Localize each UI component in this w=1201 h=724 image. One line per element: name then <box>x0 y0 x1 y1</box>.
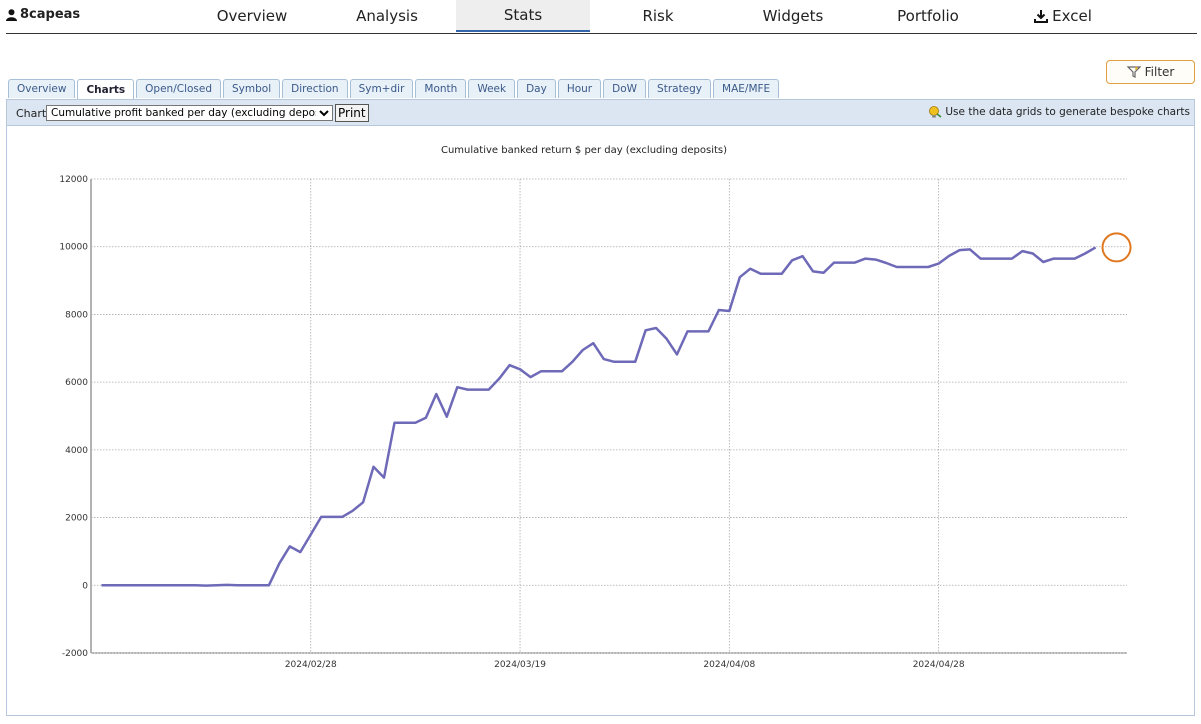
y-tick-label: -2000 <box>62 649 88 659</box>
lightbulb-icon <box>929 106 942 118</box>
nav-overview[interactable]: Overview <box>204 0 300 32</box>
chart-toolbar: Chart: Cumulative profit banked per day … <box>6 99 1195 126</box>
download-icon <box>1034 10 1049 23</box>
tab-symbol[interactable]: Symbol <box>223 79 281 98</box>
y-tick-label: 10000 <box>59 243 88 253</box>
series-line <box>101 246 1097 587</box>
tab-dow[interactable]: DoW <box>603 79 647 98</box>
nav-excel[interactable]: Excel <box>1015 0 1111 32</box>
tab-month[interactable]: Month <box>415 79 467 98</box>
cumulative-return-chart: Cumulative banked return $ per day (excl… <box>59 145 1132 670</box>
tab-sym-dir[interactable]: Sym+dir <box>349 79 414 98</box>
chart-hint-text: Use the data grids to generate bespoke c… <box>945 106 1190 118</box>
user-name: 8capeas <box>20 7 81 22</box>
chart-title: Cumulative banked return $ per day (excl… <box>441 145 727 156</box>
top-navigation: 8capeas Overview Analysis Stats Risk Wid… <box>6 0 1197 34</box>
tab-charts[interactable]: Charts <box>77 79 135 99</box>
chart-select-label: Chart: <box>16 107 50 120</box>
filter-button[interactable]: Filter <box>1106 60 1195 84</box>
stats-tabs: Overview Charts Open/Closed Symbol Direc… <box>8 79 780 99</box>
y-tick-label: 2000 <box>65 514 88 524</box>
excel-label: Excel <box>1052 7 1092 25</box>
y-tick-label: 12000 <box>59 175 88 185</box>
print-button[interactable]: Print <box>335 104 369 122</box>
y-tick-label: 6000 <box>65 378 88 388</box>
highlight-marker <box>1101 232 1132 263</box>
chart-hint: Use the data grids to generate bespoke c… <box>928 105 1190 119</box>
tab-day[interactable]: Day <box>517 79 556 98</box>
chart-panel: Cumulative banked return $ per day (excl… <box>6 126 1195 716</box>
nav-widgets[interactable]: Widgets <box>745 0 841 32</box>
user-account[interactable]: 8capeas <box>6 7 80 22</box>
tab-open-closed[interactable]: Open/Closed <box>136 79 222 98</box>
y-tick-label: 4000 <box>65 446 88 456</box>
y-tick-label: 0 <box>82 581 88 591</box>
x-tick-label: 2024/02/28 <box>285 660 337 670</box>
chart-type-select[interactable]: Cumulative profit banked per day (exclud… <box>46 105 333 121</box>
nav-stats[interactable]: Stats <box>456 0 590 32</box>
filter-icon <box>1126 66 1141 78</box>
user-icon <box>6 8 17 21</box>
nav-portfolio[interactable]: Portfolio <box>880 0 976 32</box>
x-tick-label: 2024/04/08 <box>703 660 755 670</box>
x-tick-label: 2024/04/28 <box>913 660 965 670</box>
tab-week[interactable]: Week <box>468 79 516 98</box>
tab-direction[interactable]: Direction <box>282 79 348 98</box>
tab-strategy[interactable]: Strategy <box>648 79 712 98</box>
tab-hour[interactable]: Hour <box>557 79 602 98</box>
filter-label: Filter <box>1144 65 1175 79</box>
nav-analysis[interactable]: Analysis <box>339 0 435 32</box>
nav-risk[interactable]: Risk <box>610 0 706 32</box>
tab-overview[interactable]: Overview <box>8 79 76 98</box>
x-tick-label: 2024/03/19 <box>494 660 546 670</box>
y-tick-label: 8000 <box>65 310 88 320</box>
tab-mae-mfe[interactable]: MAE/MFE <box>713 79 780 98</box>
